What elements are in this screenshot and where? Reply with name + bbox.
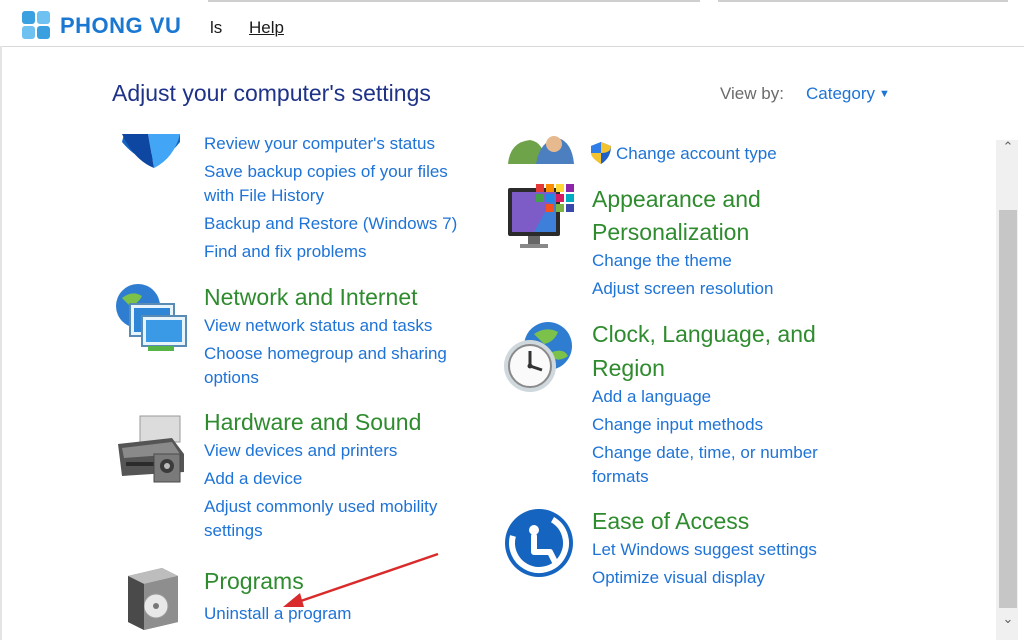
menu-tools[interactable]: ls	[210, 18, 222, 37]
menu-bar: ls Help	[210, 18, 306, 38]
logo-text: PHONG VU	[60, 13, 182, 38]
category-ease-of-access[interactable]: Ease of Access	[592, 504, 749, 538]
users-icon[interactable]	[506, 136, 576, 166]
link-network-status[interactable]: View network status and tasks	[204, 314, 432, 338]
category-hardware-sound[interactable]: Hardware and Sound	[204, 405, 421, 439]
link-input-methods[interactable]: Change input methods	[592, 413, 763, 437]
category-clock-line2[interactable]: Region	[592, 351, 665, 385]
window-left-border	[0, 46, 2, 640]
category-appearance-line2[interactable]: Personalization	[592, 215, 749, 249]
category-clock-line1[interactable]: Clock, Language, and	[592, 317, 816, 351]
page-title: Adjust your computer's settings	[112, 80, 431, 106]
clock-globe-icon[interactable]	[502, 320, 578, 394]
uac-shield-icon	[591, 142, 611, 164]
programs-box-icon[interactable]	[122, 566, 184, 632]
link-suggest-settings[interactable]: Let Windows suggest settings	[592, 538, 817, 562]
monitor-palette-icon[interactable]	[506, 184, 578, 254]
link-mobility-settings[interactable]: Adjust commonly used mobility	[204, 495, 437, 519]
link-add-language[interactable]: Add a language	[592, 385, 711, 409]
view-by-value: Category	[806, 84, 875, 103]
view-by-dropdown[interactable]: Category ▼	[806, 84, 890, 104]
printer-icon[interactable]	[114, 414, 188, 486]
link-homegroup[interactable]: Choose homegroup and sharing	[204, 342, 447, 366]
dropdown-caret-icon: ▼	[878, 88, 890, 100]
view-by-label: View by:	[720, 84, 784, 103]
scroll-up-button[interactable]: ⌃	[1000, 140, 1016, 160]
category-network-internet[interactable]: Network and Internet	[204, 280, 418, 314]
ease-of-access-icon[interactable]	[504, 508, 574, 578]
link-date-time-format-cont[interactable]: formats	[592, 465, 649, 489]
category-programs[interactable]: Programs	[204, 564, 304, 598]
network-globe-icon[interactable]	[112, 282, 192, 354]
link-change-theme[interactable]: Change the theme	[592, 249, 732, 273]
category-appearance-line1[interactable]: Appearance and	[592, 182, 761, 216]
link-optimize-display[interactable]: Optimize visual display	[592, 566, 765, 590]
vertical-scrollbar-thumb[interactable]	[999, 210, 1017, 608]
watermark-logo: PHONG VU	[22, 10, 181, 42]
shield-icon[interactable]	[118, 134, 188, 174]
search-box-edge	[718, 0, 1008, 2]
link-mobility-settings-cont[interactable]: settings	[204, 519, 263, 543]
link-file-history[interactable]: Save backup copies of your files	[204, 160, 448, 184]
link-screen-resolution[interactable]: Adjust screen resolution	[592, 277, 773, 301]
link-backup-restore[interactable]: Backup and Restore (Windows 7)	[204, 212, 457, 236]
scroll-down-button[interactable]: ⌄	[1000, 612, 1016, 632]
address-bar-edge	[208, 0, 700, 2]
link-review-status[interactable]: Review your computer's status	[204, 132, 435, 156]
link-date-time-format[interactable]: Change date, time, or number	[592, 441, 818, 465]
link-uninstall-program[interactable]: Uninstall a program	[204, 602, 351, 626]
link-devices-printers[interactable]: View devices and printers	[204, 439, 397, 463]
link-homegroup-cont[interactable]: options	[204, 366, 259, 390]
menu-help[interactable]: Help	[249, 18, 284, 37]
logo-mark-icon	[22, 11, 52, 41]
link-find-fix-problems[interactable]: Find and fix problems	[204, 240, 367, 264]
link-change-account-type[interactable]: Change account type	[616, 142, 777, 166]
link-file-history-cont[interactable]: with File History	[204, 184, 324, 208]
link-add-device[interactable]: Add a device	[204, 467, 302, 491]
